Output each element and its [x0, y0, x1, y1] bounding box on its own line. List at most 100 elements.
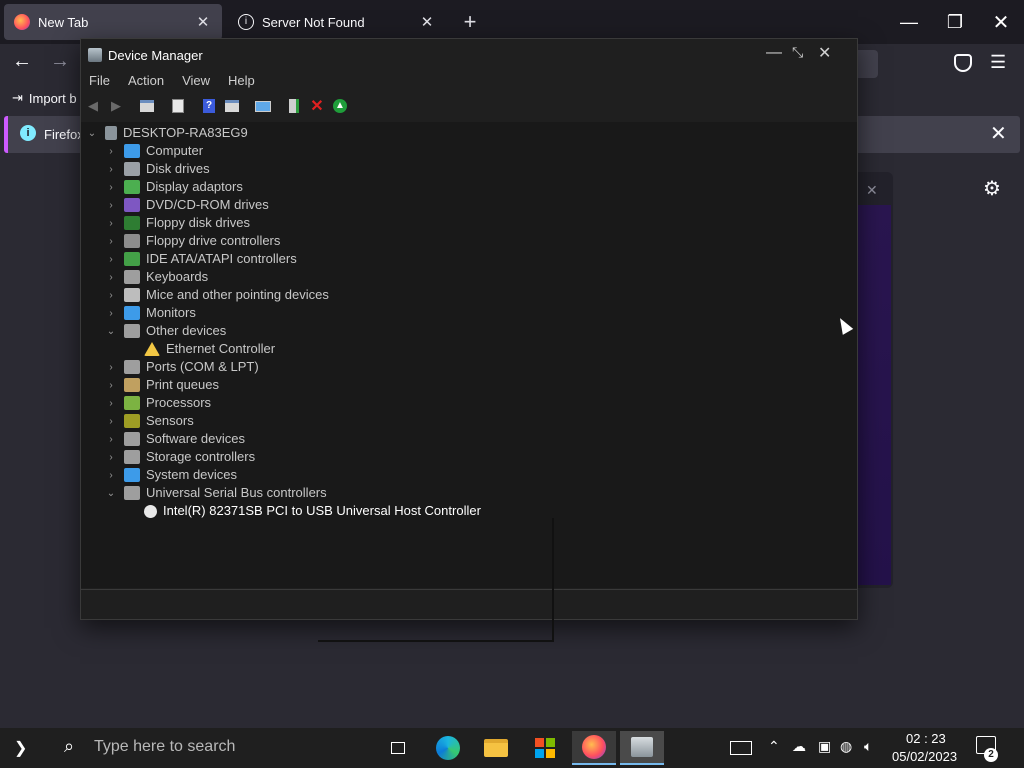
- tree-category[interactable]: › Disk drives: [105, 160, 210, 178]
- tree-category[interactable]: › Floppy drive controllers: [105, 232, 280, 250]
- tree-category[interactable]: › Software devices: [105, 430, 245, 448]
- url-bar-end[interactable]: [856, 50, 878, 78]
- clock-time[interactable]: 02 : 23: [906, 731, 946, 746]
- chevron-right-icon[interactable]: ›: [105, 218, 117, 229]
- gear-icon[interactable]: ⚙: [983, 176, 1001, 201]
- tree-category[interactable]: › Processors: [105, 394, 211, 412]
- chevron-right-icon[interactable]: ›: [105, 164, 117, 175]
- chevron-right-icon[interactable]: ›: [105, 182, 117, 193]
- chevron-down-icon[interactable]: ⌄: [86, 128, 98, 139]
- maximize-icon[interactable]: ⤡: [792, 44, 803, 61]
- news-icon[interactable]: [726, 732, 756, 764]
- search-icon[interactable]: ⌕: [64, 736, 74, 757]
- back-arrow-icon[interactable]: ←: [12, 50, 32, 73]
- close-tab-icon[interactable]: ✕: [418, 13, 436, 31]
- hamburger-menu-icon[interactable]: ☰: [990, 52, 1006, 73]
- close-tab-icon[interactable]: ✕: [194, 13, 212, 31]
- update-driver-icon[interactable]: ▲: [329, 96, 351, 116]
- tree-category[interactable]: › Floppy disk drives: [105, 214, 250, 232]
- properties-icon[interactable]: [167, 96, 189, 116]
- info-icon: i: [20, 125, 36, 141]
- tree-category[interactable]: › Print queues: [105, 376, 219, 394]
- back-icon[interactable]: ◀: [82, 96, 104, 116]
- device-category-icon: [124, 360, 140, 374]
- chevron-right-icon[interactable]: ›: [105, 236, 117, 247]
- forward-icon[interactable]: ▶: [105, 96, 127, 116]
- minimize-icon[interactable]: —: [766, 44, 782, 62]
- info-icon: i: [238, 14, 254, 30]
- chevron-down-icon[interactable]: ⌄: [105, 326, 117, 337]
- tree-category[interactable]: › Computer: [105, 142, 203, 160]
- chevron-right-icon[interactable]: ›: [105, 272, 117, 283]
- chevron-right-icon[interactable]: ›: [105, 290, 117, 301]
- start-chevron-icon[interactable]: ❯: [14, 738, 27, 758]
- menu-bar: File Action View Help: [80, 72, 858, 92]
- menu-view[interactable]: View: [173, 72, 219, 92]
- chevron-up-icon[interactable]: ⌃: [768, 738, 780, 755]
- file-explorer-icon[interactable]: [474, 731, 518, 765]
- meet-now-icon[interactable]: ▣: [818, 738, 831, 755]
- action-pane-icon[interactable]: [221, 96, 243, 116]
- chevron-right-icon[interactable]: ›: [105, 200, 117, 211]
- chevron-right-icon[interactable]: ›: [105, 362, 117, 373]
- task-view-icon[interactable]: [376, 731, 420, 765]
- chevron-right-icon[interactable]: ›: [105, 254, 117, 265]
- onedrive-icon[interactable]: ☁: [792, 738, 806, 755]
- tab-new-tab[interactable]: New Tab ✕: [4, 4, 222, 40]
- import-bookmarks-label: Import b: [28, 90, 77, 106]
- chevron-right-icon[interactable]: ›: [105, 434, 117, 445]
- close-window-icon[interactable]: ✕: [818, 43, 831, 63]
- menu-action[interactable]: Action: [119, 72, 173, 92]
- tree-device[interactable]: Intel(R) 82371SB PCI to USB Universal Ho…: [144, 502, 481, 520]
- close-promo-icon[interactable]: ✕: [866, 182, 878, 199]
- chevron-right-icon[interactable]: ›: [105, 398, 117, 409]
- chevron-right-icon[interactable]: ›: [105, 452, 117, 463]
- help-icon[interactable]: ?: [198, 96, 220, 116]
- tree-category[interactable]: › Ports (COM & LPT): [105, 358, 259, 376]
- tree-category[interactable]: ⌄ Other devices: [105, 322, 226, 340]
- menu-help[interactable]: Help: [219, 72, 264, 92]
- chevron-right-icon[interactable]: ›: [105, 146, 117, 157]
- clock-date[interactable]: 05/02/2023: [892, 749, 957, 764]
- close-notification-icon[interactable]: ✕: [990, 121, 1007, 146]
- forward-arrow-icon[interactable]: →: [50, 50, 70, 73]
- chevron-right-icon[interactable]: ›: [105, 416, 117, 427]
- chevron-right-icon[interactable]: ›: [105, 470, 117, 481]
- new-tab-button[interactable]: +: [458, 9, 482, 35]
- tree-category[interactable]: › Sensors: [105, 412, 194, 430]
- scan-hardware-icon[interactable]: [252, 96, 274, 116]
- chevron-down-icon[interactable]: ⌄: [105, 488, 117, 499]
- network-icon[interactable]: ◍: [840, 738, 852, 755]
- chevron-right-icon[interactable]: ›: [105, 308, 117, 319]
- tree-category[interactable]: › Mice and other pointing devices: [105, 286, 329, 304]
- tree-category[interactable]: ⌄ Universal Serial Bus controllers: [105, 484, 327, 502]
- menu-file[interactable]: File: [80, 72, 119, 92]
- tree-category[interactable]: › IDE ATA/ATAPI controllers: [105, 250, 297, 268]
- tree-category[interactable]: › Storage controllers: [105, 448, 255, 466]
- restore-icon[interactable]: ❐: [932, 0, 978, 44]
- tree-category[interactable]: › Keyboards: [105, 268, 208, 286]
- show-hide-tree-icon[interactable]: [136, 96, 158, 116]
- category-label: DVD/CD-ROM drives: [146, 197, 269, 212]
- device-manager-icon[interactable]: [620, 731, 664, 765]
- volume-muted-icon[interactable]: 🔈︎: [864, 738, 872, 755]
- uninstall-icon[interactable]: ✕: [306, 96, 328, 116]
- close-window-icon[interactable]: ✕: [978, 0, 1024, 44]
- notification-text: Firefox: [44, 127, 84, 142]
- tree-category[interactable]: › Display adaptors: [105, 178, 243, 196]
- minimize-icon[interactable]: —: [886, 0, 932, 44]
- import-bookmarks-button[interactable]: ⇥ Import b: [12, 90, 77, 106]
- store-icon[interactable]: [523, 731, 567, 765]
- taskbar-search-input[interactable]: Type here to search: [94, 738, 235, 756]
- tree-category[interactable]: › DVD/CD-ROM drives: [105, 196, 269, 214]
- tree-root[interactable]: ⌄ DESKTOP-RA83EG9: [86, 124, 248, 142]
- tab-server-not-found[interactable]: i Server Not Found ✕: [228, 4, 446, 40]
- firefox-icon[interactable]: [572, 731, 616, 765]
- tree-category[interactable]: › System devices: [105, 466, 237, 484]
- pocket-icon[interactable]: [954, 54, 972, 72]
- tree-category[interactable]: › Monitors: [105, 304, 196, 322]
- edge-icon[interactable]: [426, 731, 470, 765]
- tree-device[interactable]: Ethernet Controller: [144, 340, 275, 358]
- chevron-right-icon[interactable]: ›: [105, 380, 117, 391]
- add-driver-icon[interactable]: [283, 96, 305, 116]
